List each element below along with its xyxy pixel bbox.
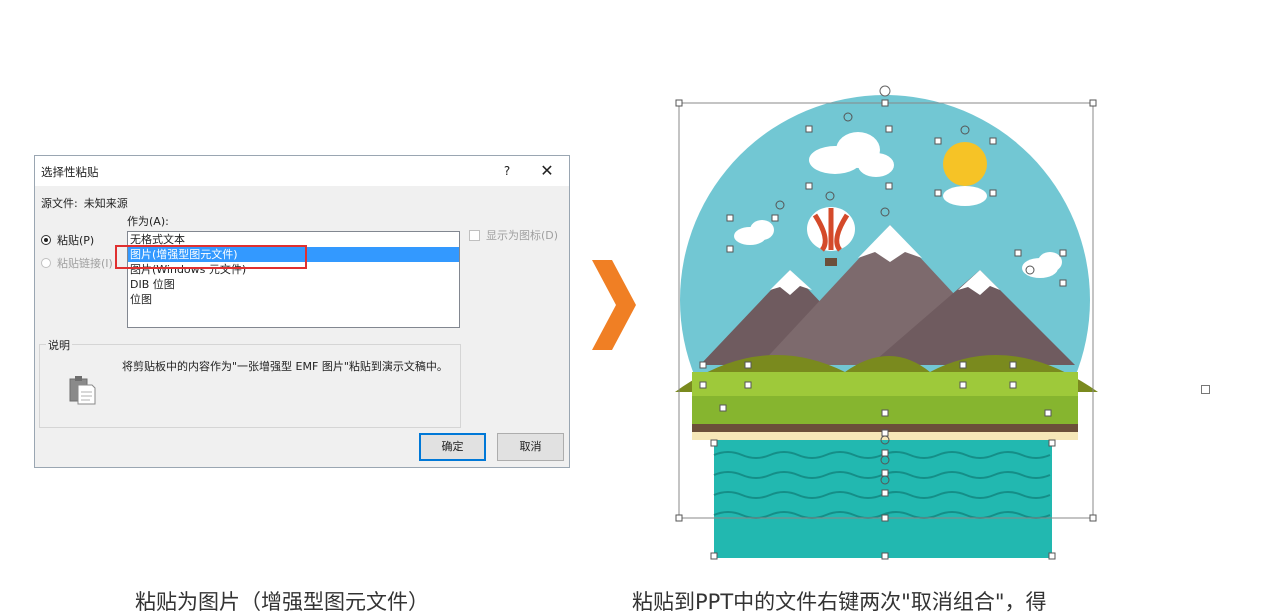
description-group: 说明 将剪贴板中的内容作为"一张增强型 EMF 图片"粘贴到演示文稿中。 — [39, 337, 461, 428]
caption-left: 粘贴为图片（增强型图元文件） — [135, 590, 429, 614]
source-row: 源文件: 未知来源 — [41, 195, 128, 211]
resize-handle[interactable] — [1201, 385, 1210, 394]
list-item[interactable]: 图片(Windows 元文件) — [128, 262, 459, 277]
paste-as-listbox[interactable]: 无格式文本 图片(增强型图元文件) 图片(Windows 元文件) DIB 位图… — [127, 231, 460, 328]
list-item-selected[interactable]: 图片(增强型图元文件) — [128, 247, 459, 262]
as-label-text: 作为 — [127, 215, 149, 228]
paste-link-radio[interactable]: 粘贴链接(I) — [41, 255, 113, 271]
paste-link-radio-label: 粘贴链接(I) — [57, 257, 113, 270]
title-bar: 选择性粘贴 ? ✕ — [35, 156, 569, 186]
caption-right: 粘贴到PPT中的文件右键两次"取消组合"，得 — [632, 590, 1047, 614]
list-item[interactable]: 无格式文本 — [128, 232, 459, 247]
paste-radio-dot[interactable] — [41, 235, 51, 245]
display-as-icon-label: 显示为图标(D) — [486, 229, 559, 242]
paste-radio-label: 粘贴(P) — [57, 234, 95, 247]
ok-button[interactable]: 确定 — [419, 433, 486, 461]
close-button[interactable]: ✕ — [535, 159, 559, 183]
description-text: 将剪贴板中的内容作为"一张增强型 EMF 图片"粘贴到演示文稿中。 — [122, 360, 448, 373]
help-button[interactable]: ? — [497, 160, 517, 182]
list-item[interactable]: 位图 — [128, 292, 459, 307]
cancel-button[interactable]: 取消 — [497, 433, 564, 461]
paste-link-radio-dot[interactable] — [41, 258, 51, 268]
source-label: 源文件: — [41, 197, 78, 210]
as-label: 作为(A): — [127, 213, 169, 229]
as-label-key: (A): — [149, 215, 169, 228]
description-title: 说明 — [46, 337, 72, 353]
checkbox-box[interactable] — [469, 229, 480, 241]
clipboard-icon — [68, 375, 96, 408]
chevron-right-icon — [592, 260, 636, 350]
paste-special-dialog: 选择性粘贴 ? ✕ 源文件: 未知来源 作为(A): 粘贴(P) 粘贴链接(I) … — [34, 155, 570, 468]
display-as-icon-checkbox[interactable]: 显示为图标(D) — [469, 227, 558, 243]
paste-radio[interactable]: 粘贴(P) — [41, 232, 94, 248]
source-value: 未知来源 — [83, 197, 128, 210]
landscape-illustration — [675, 85, 1098, 560]
list-item[interactable]: DIB 位图 — [128, 277, 459, 292]
dialog-title: 选择性粘贴 — [41, 165, 99, 179]
